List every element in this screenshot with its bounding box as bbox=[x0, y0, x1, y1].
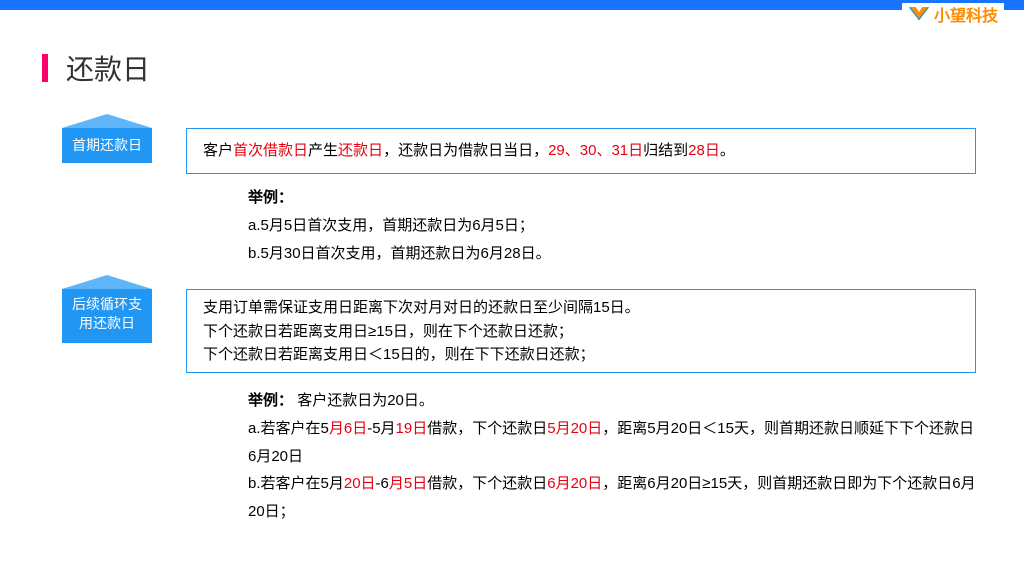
section2-examples: 举例： 客户还款日为20日。 a.若客户在5月6日-5月19日借款，下个还款日5… bbox=[248, 387, 976, 526]
highlight: 28日 bbox=[688, 142, 720, 159]
example-header: 举例： 客户还款日为20日。 bbox=[248, 387, 976, 415]
highlight: 5月20日 bbox=[547, 420, 602, 437]
plain: 客户 bbox=[203, 142, 233, 159]
plain: ，还款日为借款日当日， bbox=[383, 142, 548, 159]
highlight: 首次借款日 bbox=[233, 142, 308, 159]
plain: 借款，下个还款日 bbox=[427, 420, 547, 437]
example-a: a.5月5日首次支用，首期还款日为6月5日； bbox=[248, 212, 976, 240]
plain: 。 bbox=[720, 142, 735, 159]
logo-icon bbox=[908, 3, 930, 25]
plain: 归结到 bbox=[643, 142, 688, 159]
example-label: 举例： bbox=[248, 392, 293, 409]
example-b: b.若客户在5月20日-6月5日借款，下个还款日6月20日，距离6月20日≥15… bbox=[248, 470, 976, 526]
section1-block: 首期还款日 客户首次借款日产生还款日，还款日为借款日当日，29、30、31日归结… bbox=[62, 128, 976, 174]
page-title-wrap: 还款日 bbox=[42, 48, 1024, 88]
top-bar bbox=[0, 0, 1024, 10]
highlight: 6月20日 bbox=[547, 475, 602, 492]
page-title: 还款日 bbox=[66, 48, 150, 88]
content-area: 首期还款日 客户首次借款日产生还款日，还款日为借款日当日，29、30、31日归结… bbox=[0, 128, 1024, 526]
brand-logo: 小望科技 bbox=[902, 3, 1004, 25]
brand-name: 小望科技 bbox=[934, 2, 998, 26]
section2-block: 后续循环支用还款日 支用订单需保证支用日距离下次对月对日的还款日至少间隔15日。… bbox=[62, 289, 976, 373]
plain: -6 bbox=[376, 475, 389, 492]
section2-tag: 后续循环支用还款日 bbox=[62, 289, 152, 343]
example-a: a.若客户在5月6日-5月19日借款，下个还款日5月20日，距离5月20日＜15… bbox=[248, 415, 976, 471]
highlight: 19日 bbox=[396, 420, 428, 437]
plain: -5月 bbox=[367, 420, 395, 437]
section1-tag: 首期还款日 bbox=[62, 128, 152, 163]
rule-line: 下个还款日若距离支用日≥15日，则在下个还款日还款； bbox=[203, 320, 959, 343]
section2-rule: 支用订单需保证支用日距离下次对月对日的还款日至少间隔15日。 下个还款日若距离支… bbox=[186, 289, 976, 373]
example-b: b.5月30日首次支用，首期还款日为6月28日。 bbox=[248, 240, 976, 268]
plain: a.若客户在5 bbox=[248, 420, 329, 437]
section1-rule: 客户首次借款日产生还款日，还款日为借款日当日，29、30、31日归结到28日。 bbox=[186, 128, 976, 174]
highlight: 月6日 bbox=[329, 420, 367, 437]
highlight: 还款日 bbox=[338, 142, 383, 159]
example-intro: 客户还款日为20日。 bbox=[297, 392, 434, 409]
section1-examples: 举例： a.5月5日首次支用，首期还款日为6月5日； b.5月30日首次支用，首… bbox=[248, 184, 976, 267]
rule-line: 支用订单需保证支用日距离下次对月对日的还款日至少间隔15日。 bbox=[203, 296, 959, 319]
plain: 借款，下个还款日 bbox=[427, 475, 547, 492]
plain: b.若客户在5月 bbox=[248, 475, 344, 492]
example-label: 举例： bbox=[248, 184, 976, 212]
highlight: 20日 bbox=[344, 475, 376, 492]
rule-line: 下个还款日若距离支用日＜15日的，则在下下还款日还款； bbox=[203, 343, 959, 366]
plain: 产生 bbox=[308, 142, 338, 159]
highlight: 29、30、31日 bbox=[548, 142, 643, 159]
highlight: 月5日 bbox=[389, 475, 427, 492]
title-accent bbox=[42, 54, 48, 82]
